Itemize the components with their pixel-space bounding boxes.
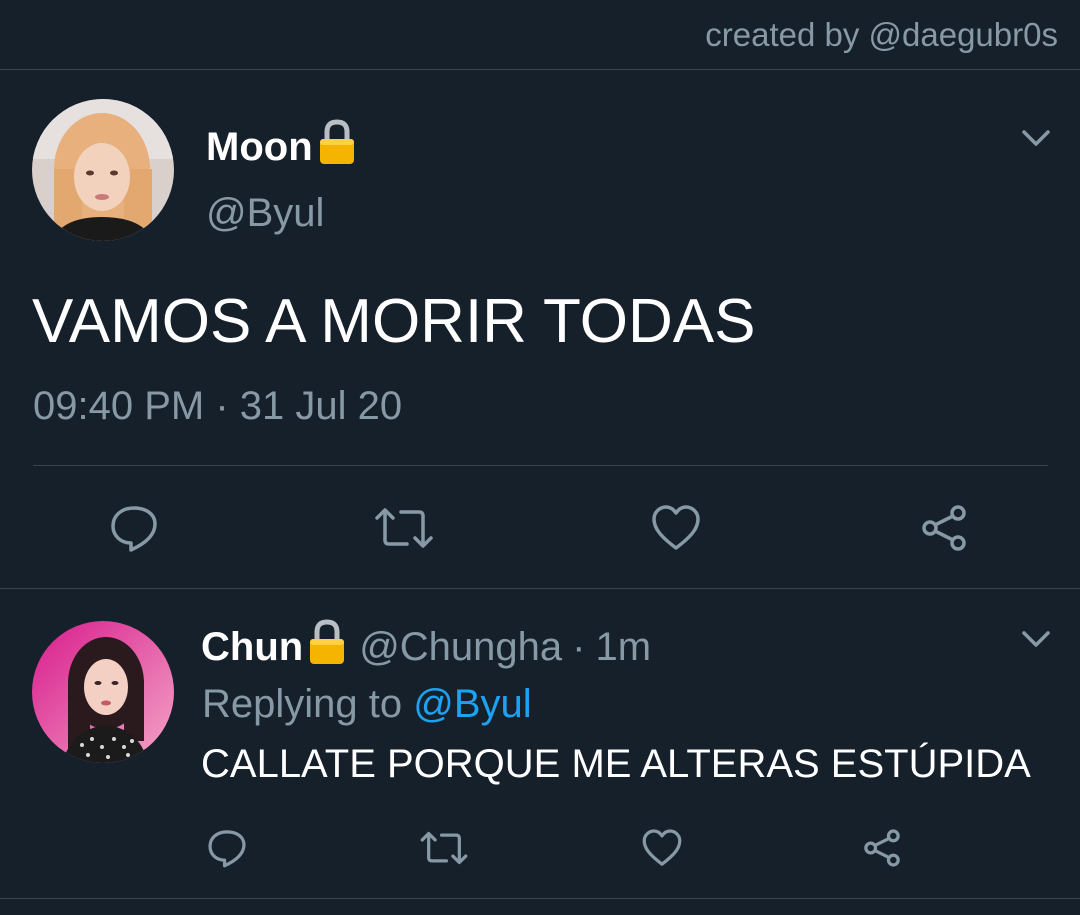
share-icon[interactable] [916, 500, 972, 556]
bottom-divider [0, 898, 1080, 899]
handle[interactable]: @Chungha [359, 625, 562, 670]
replying-prefix: Replying to [202, 682, 403, 726]
chevron-down-icon[interactable] [1018, 626, 1054, 657]
tweet-divider [33, 465, 1048, 466]
timestamp[interactable]: 09:40 PM · 31 Jul 20 [33, 384, 402, 429]
share-icon[interactable] [860, 826, 904, 870]
reply-text: CALLATE PORQUE ME ALTERAS ESTÚPIDA [201, 742, 1031, 786]
lock-icon [307, 618, 347, 676]
avatar-moon[interactable] [32, 99, 174, 241]
section-divider [0, 588, 1080, 589]
reply-icon[interactable] [106, 500, 162, 556]
retweet-icon[interactable] [373, 500, 435, 556]
top-divider [0, 69, 1080, 70]
tweet-time: 09:40 PM [33, 384, 205, 428]
like-icon[interactable] [640, 826, 684, 870]
retweet-icon[interactable] [418, 826, 470, 870]
mention-link[interactable]: @Byul [413, 682, 531, 726]
tweet-age[interactable]: 1m [595, 625, 651, 670]
avatar-chun[interactable] [32, 621, 174, 763]
replying-to: Replying to @Byul [202, 682, 532, 727]
lock-icon [317, 118, 357, 176]
like-icon[interactable] [648, 500, 704, 556]
separator-dot: · [215, 384, 229, 428]
reply-header: Chun @Chungha · 1m [201, 618, 651, 676]
reply-icon[interactable] [205, 826, 249, 870]
separator-dot: · [572, 624, 586, 669]
tweet-date: 31 Jul 20 [239, 384, 403, 428]
display-name-text[interactable]: Chun [201, 625, 303, 670]
display-name[interactable]: Moon [206, 118, 357, 176]
handle[interactable]: @Byul [206, 191, 324, 236]
credit-text: created by @daegubr0s [705, 16, 1058, 53]
display-name-text[interactable]: Moon [206, 125, 313, 170]
chevron-down-icon[interactable] [1018, 125, 1054, 156]
tweet-text: VAMOS A MORIR TODAS [32, 287, 756, 356]
